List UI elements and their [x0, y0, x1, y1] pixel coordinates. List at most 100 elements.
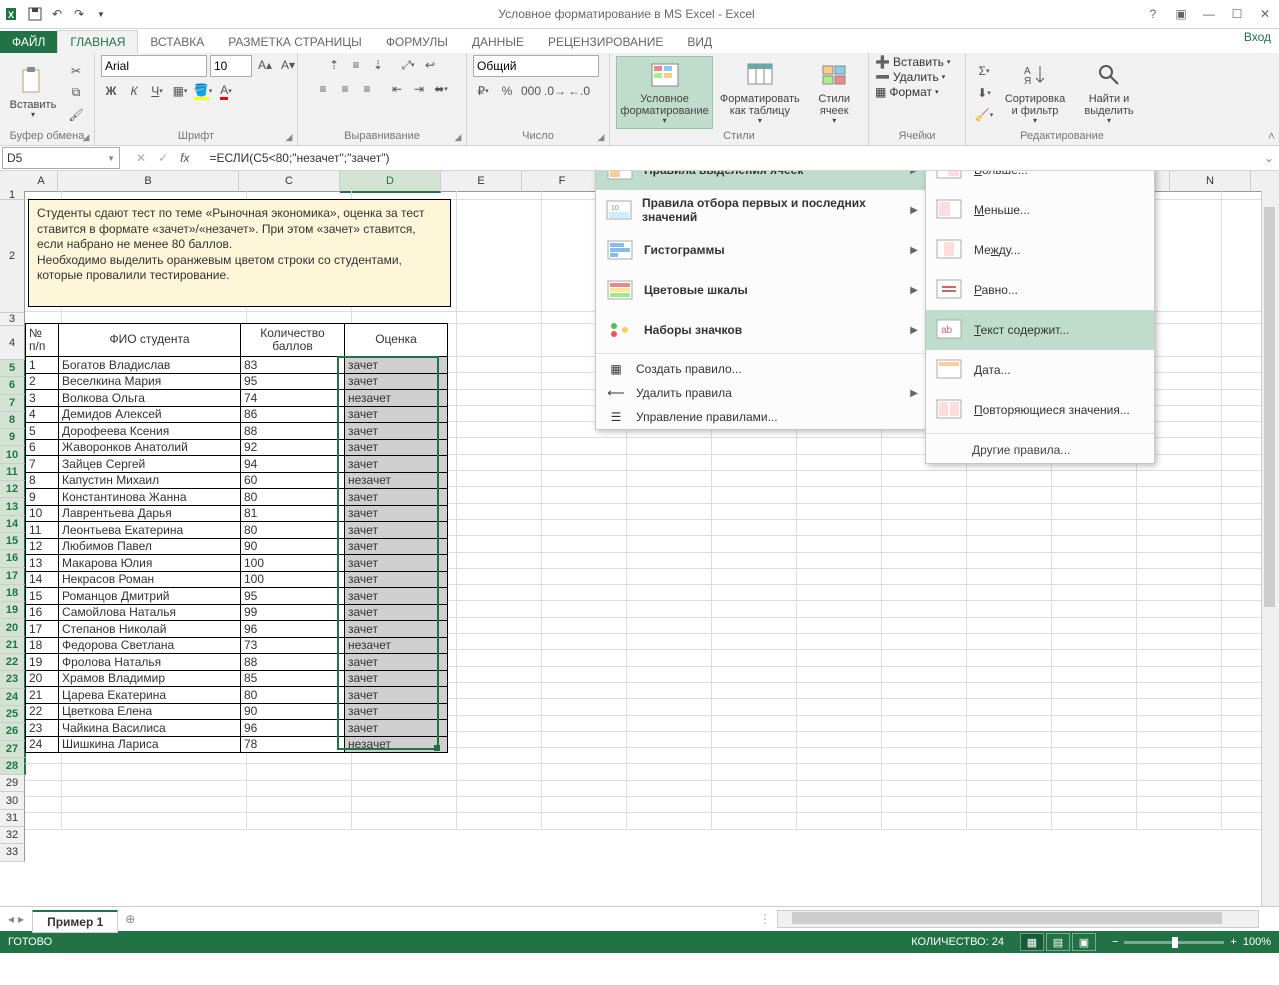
table-row[interactable]: 22Цветкова Елена90зачет: [26, 703, 448, 720]
border-icon[interactable]: ▦▾: [170, 81, 190, 101]
align-left-icon[interactable]: ≡: [313, 79, 333, 99]
row-header[interactable]: 1: [0, 191, 25, 200]
accounting-icon[interactable]: ₽▾: [473, 81, 493, 101]
collapse-ribbon-icon[interactable]: ˄: [1268, 129, 1275, 143]
ribbon-options-icon[interactable]: ▣: [1171, 7, 1191, 21]
row-header[interactable]: 27: [0, 741, 26, 758]
row-header[interactable]: 15: [0, 533, 26, 550]
worksheet-grid[interactable]: ABCDEFGHIJKLMNO 123456789101112131415161…: [0, 171, 1279, 906]
view-normal-icon[interactable]: ▦: [1020, 933, 1044, 951]
cf-highlight-rules[interactable]: Правила выделения ячеек▶: [596, 171, 926, 190]
rule-duplicate-values[interactable]: Повторяющиеся значения...: [926, 390, 1154, 430]
table-row[interactable]: 4Демидов Алексей86зачет: [26, 406, 448, 423]
column-header[interactable]: D: [340, 171, 441, 193]
close-icon[interactable]: ✕: [1255, 7, 1275, 21]
indent-inc-icon[interactable]: ⇥: [409, 79, 429, 99]
find-select-button[interactable]: Найти и выделить ▾: [1074, 57, 1144, 128]
name-box[interactable]: D5▼: [2, 147, 120, 169]
align-top-icon[interactable]: ⇡: [324, 55, 344, 75]
cancel-formula-icon[interactable]: ✕: [136, 151, 146, 165]
tab-data[interactable]: ДАННЫЕ: [460, 31, 536, 53]
fill-color-icon[interactable]: 🪣▾: [193, 81, 213, 101]
minimize-icon[interactable]: —: [1199, 7, 1219, 21]
number-format-combo[interactable]: [473, 55, 599, 77]
row-header[interactable]: 19: [0, 602, 26, 619]
align-launcher-icon[interactable]: ◢: [452, 131, 464, 143]
inc-decimal-icon[interactable]: .0→: [545, 81, 565, 101]
expand-fbar-icon[interactable]: ⌄: [1259, 151, 1279, 165]
row-header[interactable]: 11: [0, 464, 26, 481]
table-row[interactable]: 2Веселкина Мария95зачет: [26, 373, 448, 390]
row-header[interactable]: 29: [0, 775, 25, 792]
table-row[interactable]: 14Некрасов Роман100зачет: [26, 571, 448, 588]
horizontal-scrollbar[interactable]: [777, 910, 1259, 928]
table-row[interactable]: 9Константинова Жанна80зачет: [26, 489, 448, 506]
row-header[interactable]: 13: [0, 498, 26, 515]
table-row[interactable]: 8Капустин Михаил60незачет: [26, 472, 448, 489]
help-icon[interactable]: ?: [1143, 7, 1163, 21]
clipboard-launcher-icon[interactable]: ◢: [80, 131, 92, 143]
table-row[interactable]: 12Любимов Павел90зачет: [26, 538, 448, 555]
rule-between[interactable]: Между...: [926, 230, 1154, 270]
row-header[interactable]: 23: [0, 671, 26, 688]
paste-button[interactable]: Вставить ▾: [6, 63, 60, 122]
row-header[interactable]: 12: [0, 481, 26, 498]
column-header[interactable]: O: [1251, 171, 1279, 192]
row-header[interactable]: 20: [0, 619, 26, 636]
percent-icon[interactable]: %: [497, 81, 517, 101]
row-header[interactable]: 32: [0, 827, 25, 844]
cf-new-rule[interactable]: ▦Создать правило...: [596, 357, 926, 381]
tab-view[interactable]: ВИД: [675, 31, 724, 53]
column-header[interactable]: F: [522, 171, 603, 192]
row-header[interactable]: 24: [0, 689, 26, 706]
table-row[interactable]: 15Романцов Дмитрий95зачет: [26, 588, 448, 605]
indent-dec-icon[interactable]: ⇤: [387, 79, 407, 99]
row-header[interactable]: 2: [0, 200, 25, 313]
zoom-level[interactable]: 100%: [1243, 936, 1271, 948]
row-header[interactable]: 25: [0, 706, 26, 723]
table-row[interactable]: 17Степанов Николай96зачет: [26, 621, 448, 638]
vertical-scrollbar[interactable]: [1261, 191, 1279, 906]
tab-split-handle[interactable]: ⋮: [142, 912, 777, 926]
redo-icon[interactable]: ↷: [70, 5, 88, 23]
cf-icon-sets[interactable]: Наборы значков▶: [596, 310, 926, 350]
clear-icon[interactable]: 🧹▾: [974, 105, 994, 125]
row-header[interactable]: 28: [0, 758, 26, 775]
row-header[interactable]: 9: [0, 429, 26, 446]
rule-equal-to[interactable]: Равно...: [926, 270, 1154, 310]
rule-more-rules[interactable]: Другие правила...: [926, 437, 1154, 463]
cf-data-bars[interactable]: Гистограммы▶: [596, 230, 926, 270]
align-right-icon[interactable]: ≡: [357, 79, 377, 99]
undo-icon[interactable]: ↶: [48, 5, 66, 23]
tab-insert[interactable]: ВСТАВКА: [138, 31, 216, 53]
row-header[interactable]: 31: [0, 810, 25, 827]
table-row[interactable]: 24Шишкина Лариса78незачет: [26, 736, 448, 753]
rule-less-than[interactable]: Меньше...: [926, 190, 1154, 230]
insert-cells-button[interactable]: ➕Вставить▾: [875, 55, 950, 69]
row-header[interactable]: 5: [0, 360, 26, 377]
sheet-nav-first-icon[interactable]: ◂: [8, 912, 14, 926]
copy-icon[interactable]: ⧉: [66, 83, 86, 103]
table-row[interactable]: 23Чайкина Василиса96зачет: [26, 720, 448, 737]
cell-styles-button[interactable]: Стили ячеек ▾: [806, 57, 862, 128]
format-painter-icon[interactable]: 🖌: [66, 105, 86, 125]
column-header[interactable]: A: [25, 171, 58, 192]
row-header[interactable]: 30: [0, 792, 25, 809]
table-row[interactable]: 7Зайцев Сергей94зачет: [26, 456, 448, 473]
zoom-slider[interactable]: [1124, 941, 1224, 944]
table-row[interactable]: 5Дорофеева Ксения88зачет: [26, 423, 448, 440]
cf-manage-rules[interactable]: ☰Управление правилами...: [596, 405, 926, 429]
dec-decimal-icon[interactable]: ←.0: [569, 81, 589, 101]
row-header[interactable]: 4: [0, 326, 25, 360]
align-middle-icon[interactable]: ≡: [346, 55, 366, 75]
qat-dropdown-icon[interactable]: ▼: [92, 5, 110, 23]
comma-icon[interactable]: 000: [521, 81, 541, 101]
row-header[interactable]: 10: [0, 446, 26, 463]
formula-bar[interactable]: =ЕСЛИ(C5<80;"незачет";"зачет"): [203, 151, 1259, 165]
autosum-icon[interactable]: Σ▾: [974, 61, 994, 81]
table-row[interactable]: 6Жаворонков Анатолий92зачет: [26, 439, 448, 456]
column-header[interactable]: B: [58, 171, 239, 192]
italic-icon[interactable]: К: [124, 81, 144, 101]
table-row[interactable]: 19Фролова Наталья88зачет: [26, 654, 448, 671]
tab-review[interactable]: РЕЦЕНЗИРОВАНИЕ: [536, 31, 675, 53]
